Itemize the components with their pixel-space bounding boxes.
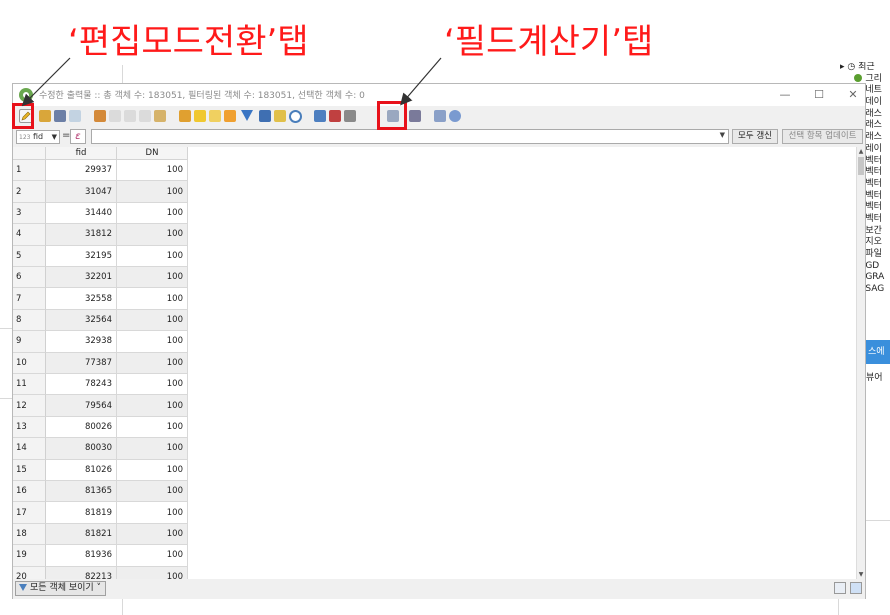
arrow-to-edit-mode <box>21 57 71 107</box>
arrow-to-field-calculator <box>400 57 442 106</box>
annotation-arrows <box>21 57 442 107</box>
